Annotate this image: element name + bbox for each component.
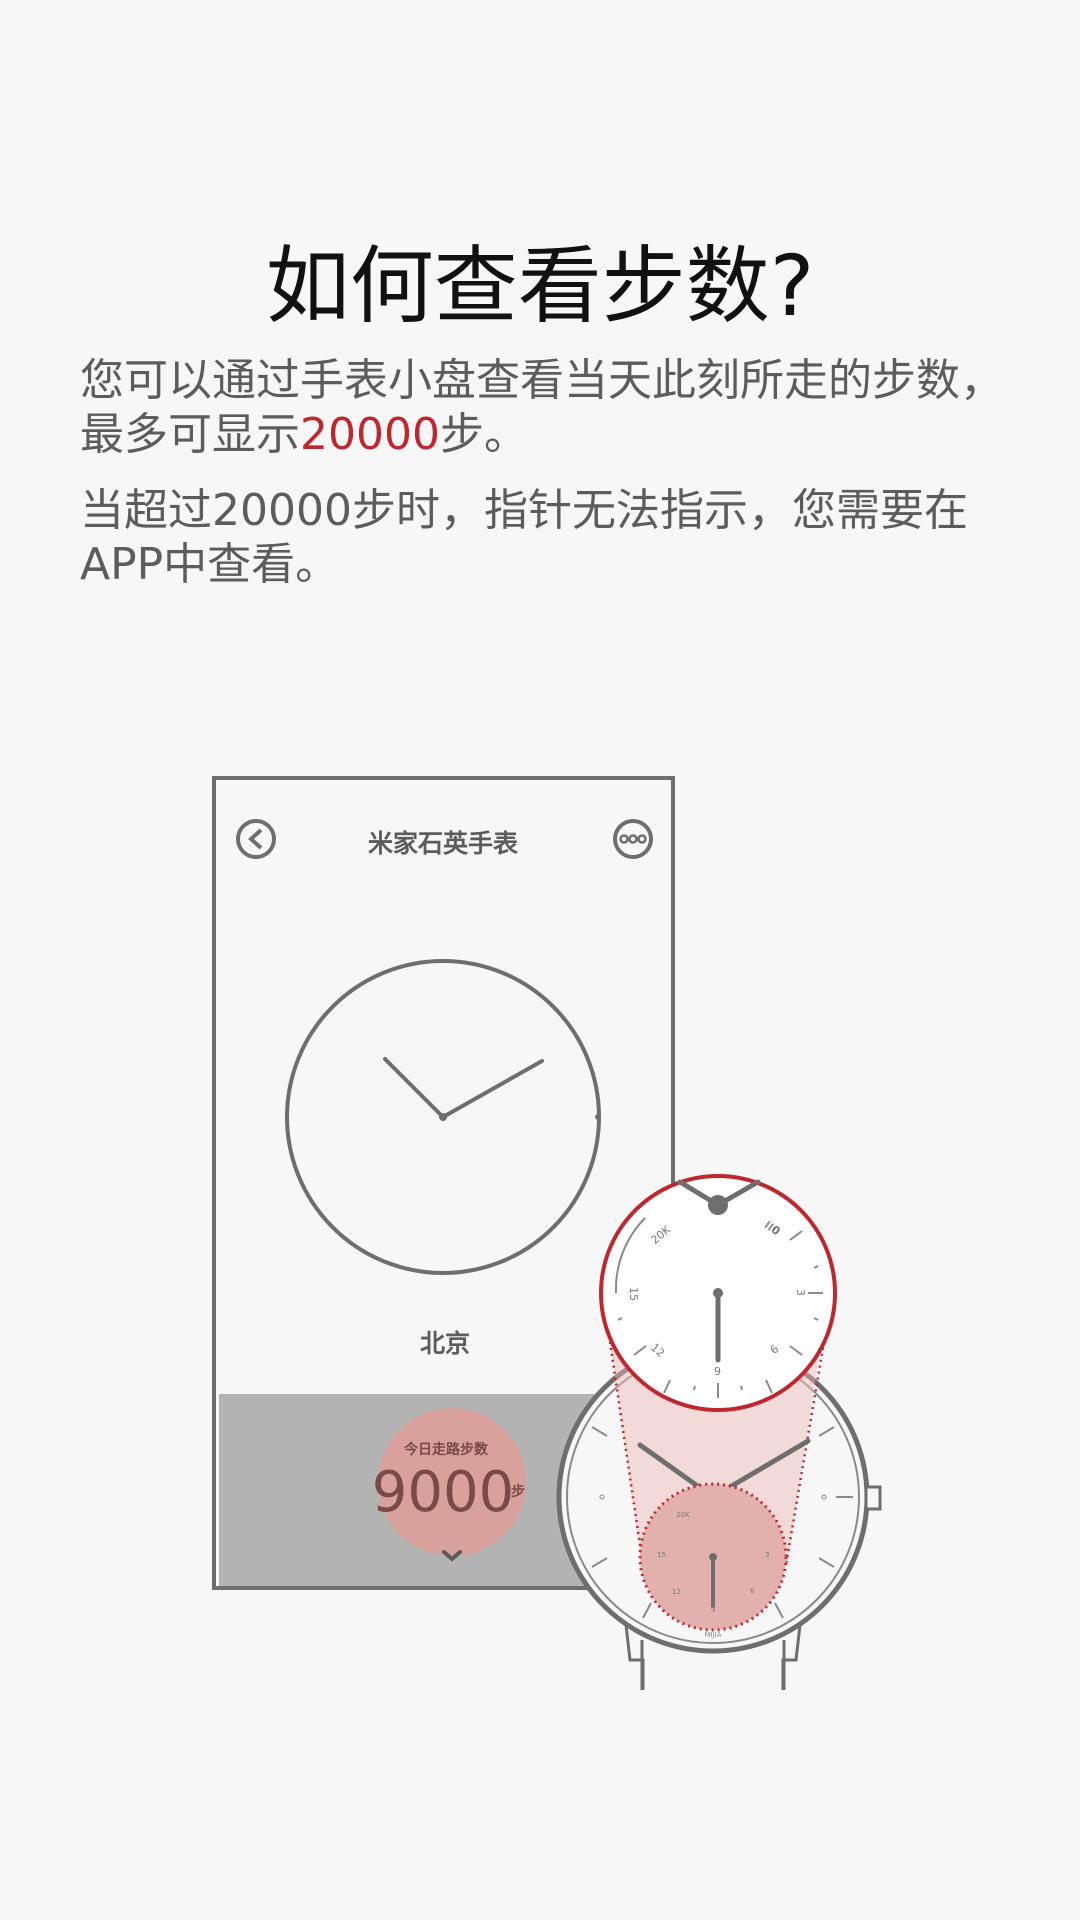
magnified-label-9: 9: [714, 1365, 721, 1378]
watch-subdial-label-9: 9: [711, 1606, 715, 1614]
magnified-subdial: 20K 15 12 9 6 3 ⁞⁞0: [599, 1174, 837, 1412]
steps-value: 9000: [372, 1460, 515, 1525]
steps-illustration: 米家石英手表 北京 今日走路步数 9000 步 20K 15 12 9 6 3 …: [212, 776, 882, 1690]
watch-subdial-label-6: 6: [750, 1587, 755, 1595]
watch-drawing: 20K 15 12 9 6 3 MIJIA 20K 15 12 9 6 3 ⁞⁞…: [556, 1174, 882, 1690]
watch-crown: [864, 1485, 882, 1511]
city-label: 北京: [420, 1329, 470, 1358]
watch-subdial-label-12: 12: [672, 1588, 681, 1596]
watch-subdial-label-15: 15: [657, 1551, 666, 1559]
magnified-hands-pivot: [708, 1195, 728, 1215]
magnified-label-3: 3: [794, 1289, 807, 1296]
steps-label: 今日走路步数: [403, 1441, 489, 1458]
magnified-label-15: 15: [627, 1287, 640, 1301]
watch-brand-label: MIJIA: [704, 1631, 721, 1639]
watch-subdial-label-20k: 20K: [676, 1511, 690, 1519]
watch-subdial-label-3: 3: [765, 1551, 769, 1559]
steps-unit: 步: [511, 1483, 525, 1500]
app-title: 米家石英手表: [368, 829, 519, 858]
